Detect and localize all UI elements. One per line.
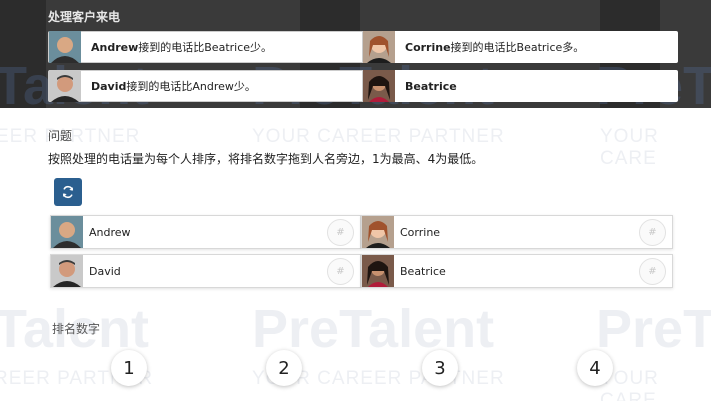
person-card-beatrice: Beatrice # bbox=[361, 254, 673, 288]
reset-button[interactable] bbox=[54, 178, 82, 206]
question-label: 问题 bbox=[48, 129, 73, 143]
person-card-corrine: Corrine # bbox=[361, 215, 673, 249]
refresh-icon bbox=[62, 185, 74, 199]
rank-drop-slot[interactable]: # bbox=[639, 258, 666, 285]
rank-drop-slot[interactable]: # bbox=[327, 258, 354, 285]
avatar bbox=[49, 70, 81, 102]
rank-chip-3[interactable]: 3 bbox=[422, 350, 458, 386]
avatar bbox=[51, 216, 83, 248]
clue-card: Andrew接到的电话比Beatrice少。 Corrine接到的电话比Beat… bbox=[48, 31, 678, 63]
avatar bbox=[49, 31, 81, 63]
question-text: 按照处理的电话量为每个人排序，将排名数字拖到人名旁边，1为最高、4为最低。 bbox=[48, 152, 484, 166]
watermark-brand: PreT bbox=[596, 299, 711, 359]
person-name: David bbox=[89, 264, 121, 278]
rank-drop-slot[interactable]: # bbox=[639, 219, 666, 246]
clue-text: Beatrice bbox=[405, 79, 457, 93]
clue-card: Beatrice bbox=[362, 70, 678, 102]
rank-chip-1[interactable]: 1 bbox=[111, 350, 147, 386]
person-name: Corrine bbox=[400, 225, 441, 239]
clue-text: Corrine接到的电话比Beatrice多。 bbox=[405, 41, 585, 54]
rank-chip-4[interactable]: 4 bbox=[577, 350, 613, 386]
avatar bbox=[363, 70, 395, 102]
avatar bbox=[362, 216, 394, 248]
scenario-panel: Talent PreTalent PreT 处理客户来电 Andrew接到的电话… bbox=[0, 0, 711, 108]
person-card-david: David # bbox=[50, 254, 361, 288]
person-name: Andrew bbox=[89, 225, 131, 239]
rank-drop-slot[interactable]: # bbox=[327, 219, 354, 246]
watermark-tagline: YOUR CARE bbox=[600, 368, 659, 401]
clue-card: David接到的电话比Andrew少。 Beatrice bbox=[48, 70, 678, 102]
watermark-tagline: YOUR CARE bbox=[600, 126, 659, 169]
rank-numbers-label: 排名数字 bbox=[52, 322, 101, 336]
clue-card: Corrine接到的电话比Beatrice多。 bbox=[362, 31, 678, 63]
person-name: Beatrice bbox=[400, 264, 446, 278]
clue-text: David接到的电话比Andrew少。 bbox=[91, 80, 256, 93]
rank-chip-2[interactable]: 2 bbox=[266, 350, 302, 386]
watermark-tagline: YOUR CAREER PARTNER bbox=[252, 126, 505, 147]
clue-text: Andrew接到的电话比Beatrice少。 bbox=[91, 41, 273, 54]
scenario-title: 处理客户来电 bbox=[48, 10, 121, 24]
avatar bbox=[363, 31, 395, 63]
avatar bbox=[362, 255, 394, 287]
person-card-andrew: Andrew # bbox=[50, 215, 361, 249]
avatar bbox=[51, 255, 83, 287]
